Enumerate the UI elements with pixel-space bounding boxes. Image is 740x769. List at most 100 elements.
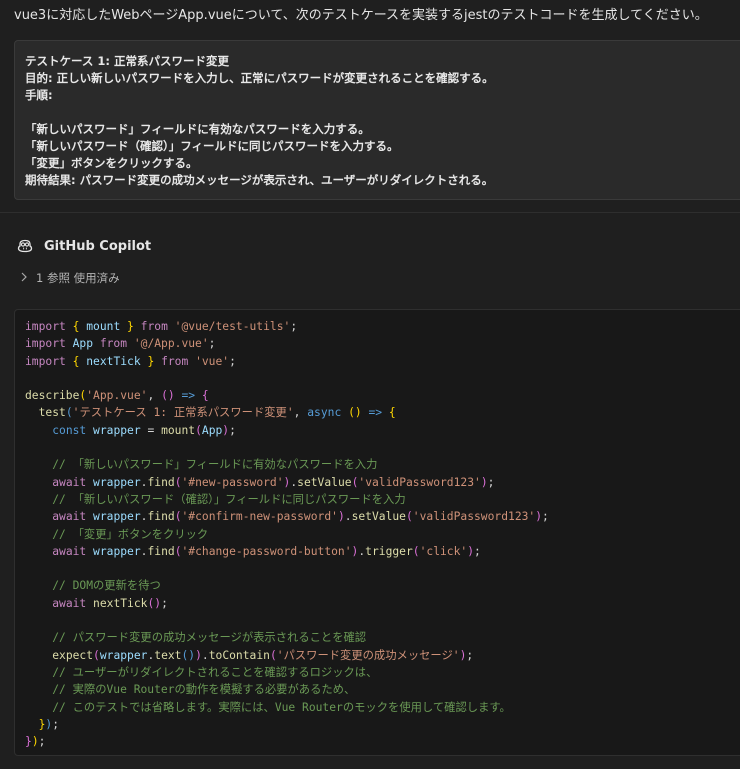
code-token: find [147, 544, 175, 558]
code-token: trigger [365, 544, 413, 558]
code-token: ) [195, 648, 202, 662]
code-line: import { mount } from '@vue/test-utils'; [25, 318, 740, 335]
code-token: () [181, 648, 196, 662]
code-token: } [127, 320, 134, 333]
code-token: ( [65, 406, 73, 420]
prompt-line: 目的: 正しい新しいパスワードを入力し、正常にパスワードが変更されることを確認す… [25, 71, 494, 85]
code-token: . [344, 510, 352, 524]
code-token: ( [174, 475, 182, 489]
code-token: test [38, 406, 66, 420]
code-token: // 実際のVue Routerの動作を模擬する必要があるため、 [25, 683, 356, 697]
code-token: mount [79, 320, 128, 333]
code-token: { [201, 389, 209, 403]
code-line: // DOMの更新を待つ [25, 577, 740, 594]
code-line: }); [25, 716, 740, 733]
copilot-name: GitHub Copilot [44, 238, 152, 254]
code-token: , [147, 389, 162, 403]
code-line: // パスワード変更の成功メッセージが表示されることを確認 [25, 629, 740, 646]
code-token: App [201, 423, 223, 437]
code-line: // 「変更」ボタンをクリック [25, 526, 740, 543]
code-token: 'validPassword123' [412, 510, 536, 524]
code-line: // ユーザーがリダイレクトされることを確認するロジックは、 [25, 664, 740, 681]
prompt-line: 手順: [25, 88, 53, 102]
code-token: ( [405, 510, 413, 524]
code-token: from [133, 320, 168, 333]
code-token: ) [467, 544, 475, 558]
code-token: ( [195, 423, 202, 437]
code-token: ; [290, 320, 298, 333]
code-token: ; [52, 717, 60, 731]
code-token: find [147, 510, 175, 524]
code-token: await [52, 544, 87, 558]
prompt-line: 「変更」ボタンをクリックする。 [25, 156, 198, 170]
code-line: await nextTick(); [25, 595, 740, 612]
code-token: // パスワード変更の成功メッセージが表示されることを確認 [25, 631, 367, 645]
code-token: await [52, 596, 87, 610]
code-line: test('テストケース 1: 正常系パスワード変更', async () =>… [25, 404, 740, 421]
code-token: => [174, 389, 196, 403]
code-token: // このテストでは省略します。実際には、Vue Routerのモックを使用して… [25, 700, 511, 714]
chevron-right-icon [20, 272, 28, 285]
code-token: () [147, 596, 162, 610]
references-label: 1 参照 使用済み [36, 271, 120, 285]
code-token: ( [412, 544, 420, 558]
code-token: ( [269, 648, 277, 662]
code-token: '#confirm-new-password' [181, 510, 338, 524]
code-token: // 「変更」ボタンをクリック [25, 527, 209, 541]
code-token: expect [52, 648, 94, 662]
code-token: , [293, 406, 308, 420]
code-token: const [52, 423, 87, 437]
copilot-icon [16, 237, 34, 255]
code-token: () [161, 389, 175, 403]
prompt-line [25, 104, 740, 121]
code-line: describe('App.vue', () => { [25, 387, 740, 404]
code-token: 'パスワード変更の成功メッセージ' [276, 648, 460, 662]
code-token: ( [174, 544, 182, 558]
copilot-response-header: GitHub Copilot [16, 236, 151, 256]
code-token: from [93, 337, 128, 351]
code-token: text [154, 648, 182, 662]
code-block[interactable]: import { mount } from '@vue/test-utils';… [14, 309, 740, 756]
code-token: ; [229, 423, 236, 437]
code-token: // ユーザーがリダイレクトされることを確認するロジックは、 [25, 665, 378, 679]
code-token: '#change-password-button' [181, 544, 352, 558]
code-token: ; [474, 544, 481, 558]
code-token: ; [161, 596, 168, 610]
code-token: find [147, 475, 175, 489]
code-token: setValue [351, 510, 406, 524]
code-token: ( [174, 510, 182, 524]
code-token: // 「新しいパスワード」フィールドに有効なパスワードを入力 [25, 458, 378, 472]
code-token: async [307, 406, 342, 420]
references-toggle[interactable]: 1 参照 使用済み [20, 270, 120, 286]
code-token: wrapper [86, 423, 141, 437]
code-token: describe [25, 389, 80, 403]
code-token: '#new-password' [181, 475, 284, 489]
code-token: { [388, 406, 396, 420]
code-line: expect(wrapper.text()).toContain('パスワード変… [25, 647, 740, 664]
code-token: = [140, 423, 162, 437]
code-line: // 「新しいパスワード」フィールドに有効なパスワードを入力 [25, 456, 740, 473]
code-token: from [154, 354, 189, 368]
code-token: . [201, 648, 209, 662]
code-token: => [361, 406, 383, 420]
code-token: // DOMの更新を待つ [25, 579, 161, 593]
code-line: }); [25, 733, 740, 750]
user-request-text: vue3に対応したWebページApp.vueについて、次のテストケースを実装する… [14, 8, 708, 23]
code-line: await wrapper.find('#change-password-but… [25, 543, 740, 560]
code-token: } [25, 735, 32, 749]
code-line: await wrapper.find('#confirm-new-passwor… [25, 508, 740, 525]
code-token: ) [337, 510, 345, 524]
code-token: 'click' [419, 544, 468, 558]
